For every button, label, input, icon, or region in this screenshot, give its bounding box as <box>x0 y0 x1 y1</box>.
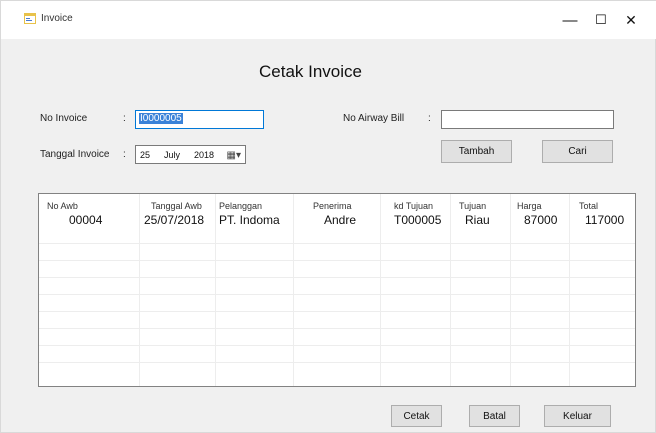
tambah-button[interactable]: Tambah <box>441 140 512 163</box>
cell-no-awb[interactable]: 00004 <box>69 213 102 227</box>
no-airway-label: No Airway Bill <box>343 113 405 124</box>
date-year: 2018 <box>194 150 215 160</box>
cari-button[interactable]: Cari <box>542 140 613 163</box>
cell-harga[interactable]: 87000 <box>524 213 557 227</box>
window-title: Invoice <box>41 13 73 24</box>
cell-tanggal-awb[interactable]: 25/07/2018 <box>144 213 204 227</box>
no-invoice-value: I0000005 <box>139 113 183 124</box>
invoice-table[interactable]: No Awb Tanggal Awb Pelanggan Penerima kd… <box>38 193 636 387</box>
keluar-button[interactable]: Keluar <box>544 405 611 427</box>
title-bar: Invoice — ☐ ✕ <box>1 1 656 39</box>
column-header-harga[interactable]: Harga <box>517 201 542 211</box>
cell-total[interactable]: 117000 <box>585 213 624 227</box>
cell-penerima[interactable]: Andre <box>324 213 356 227</box>
no-invoice-colon: : <box>123 113 126 124</box>
date-month: July <box>164 150 181 160</box>
tanggal-invoice-label: Tanggal Invoice <box>40 149 110 160</box>
tanggal-invoice-colon: : <box>123 149 126 160</box>
invoice-window: Invoice — ☐ ✕ Cetak Invoice No Invoice :… <box>0 0 656 433</box>
batal-button[interactable]: Batal <box>469 405 520 427</box>
no-invoice-label: No Invoice <box>40 113 88 124</box>
date-day: 25 <box>140 150 151 160</box>
no-airway-colon: : <box>428 113 431 124</box>
no-airway-input[interactable] <box>441 110 614 129</box>
page-title: Cetak Invoice <box>259 62 362 81</box>
no-invoice-input[interactable]: I0000005 <box>135 110 264 129</box>
cell-pelanggan[interactable]: PT. Indoma <box>219 213 280 227</box>
cell-tujuan[interactable]: Riau <box>465 213 490 227</box>
form-icon <box>24 13 36 24</box>
column-header-pelanggan[interactable]: Pelanggan <box>219 201 262 211</box>
column-header-total[interactable]: Total <box>579 201 598 211</box>
column-header-no-awb[interactable]: No Awb <box>47 201 78 211</box>
column-header-kd-tujuan[interactable]: kd Tujuan <box>394 201 433 211</box>
tanggal-invoice-datepicker[interactable]: 25 July 2018 ▦▾ <box>135 145 246 164</box>
column-header-tanggal-awb[interactable]: Tanggal Awb <box>151 201 202 211</box>
cell-kd-tujuan[interactable]: T000005 <box>394 213 441 227</box>
close-button[interactable]: ✕ <box>613 7 649 33</box>
column-header-penerima[interactable]: Penerima <box>313 201 352 211</box>
calendar-dropdown-icon[interactable]: ▦▾ <box>227 150 241 161</box>
cetak-button[interactable]: Cetak <box>391 405 442 427</box>
column-header-tujuan[interactable]: Tujuan <box>459 201 486 211</box>
